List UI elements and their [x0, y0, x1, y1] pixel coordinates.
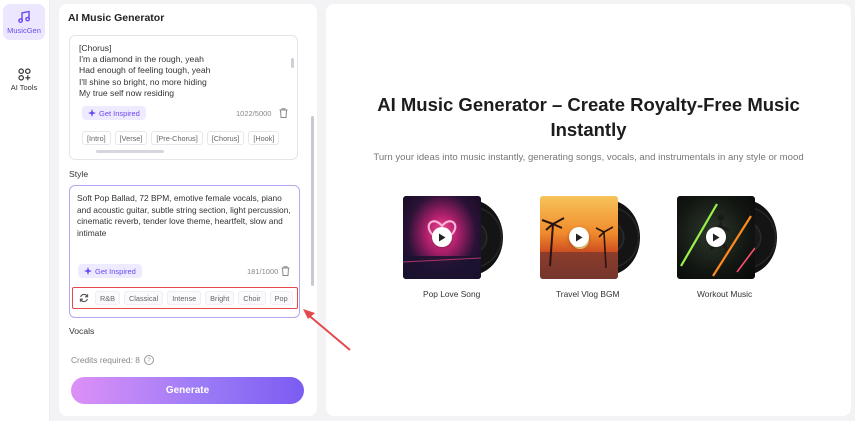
- card-label: Workout Music: [697, 289, 753, 299]
- lyrics-get-inspired-button[interactable]: Get Inspired: [82, 106, 146, 120]
- lyrics-tag-row: [Intro] [Verse] [Pre-Chorus] [Chorus] [H…: [82, 131, 280, 145]
- generator-panel: AI Music Generator [Chorus] I'm a diamon…: [59, 4, 317, 416]
- hero-subtitle: Turn your ideas into music instantly, ge…: [373, 152, 804, 163]
- credits-info: Credits required: 8 ?: [71, 355, 154, 365]
- left-rail: MusicGen AI Tools: [0, 0, 50, 421]
- style-tag[interactable]: Intense: [167, 291, 202, 305]
- lyrics-char-count: 1022/5000: [236, 109, 272, 118]
- style-tag[interactable]: Bright: [205, 291, 235, 305]
- lyrics-line: I'll shine so bright, no more hiding: [79, 76, 207, 87]
- trash-icon[interactable]: [279, 108, 288, 118]
- lyrics-textarea[interactable]: [Chorus] I'm a diamond in the rough, yea…: [69, 35, 298, 160]
- annotation-arrow-icon: [303, 309, 351, 351]
- style-label: Style: [69, 169, 89, 179]
- app-window: MusicGen AI Tools AI Music Generator [Ch…: [0, 0, 855, 421]
- style-char-count: 181/1000: [247, 267, 279, 276]
- lyrics-text: [Chorus] I'm a diamond in the rough, yea…: [79, 43, 284, 99]
- play-button[interactable]: [706, 227, 726, 247]
- sample-card-pop-love-song[interactable]: Pop Love Song: [403, 196, 513, 306]
- style-tag[interactable]: Pop: [269, 291, 293, 305]
- hero-title: AI Music Generator – Create Royalty-Free…: [336, 92, 841, 142]
- style-tag[interactable]: Classical: [124, 291, 164, 305]
- lyrics-tag[interactable]: [Chorus]: [206, 131, 245, 145]
- lyrics-tag[interactable]: [Intro]: [82, 131, 111, 145]
- rail-item-ai-tools[interactable]: AI Tools: [3, 62, 45, 98]
- cover-image: [677, 196, 755, 279]
- play-button[interactable]: [432, 227, 452, 247]
- trash-icon[interactable]: [281, 266, 290, 276]
- style-get-inspired-button[interactable]: Get Inspired: [78, 264, 142, 278]
- play-icon: [713, 233, 720, 241]
- credits-label: Credits required: 8: [71, 355, 140, 365]
- refresh-icon[interactable]: [77, 291, 91, 305]
- rail-item-musicgen[interactable]: MusicGen: [3, 4, 45, 40]
- lyrics-tags-scrollbar[interactable]: [96, 150, 164, 153]
- play-button[interactable]: [569, 227, 589, 247]
- lyrics-line: My true self now residing: [79, 87, 175, 98]
- music-note-icon: [18, 10, 31, 23]
- sample-card-travel-vlog-bgm[interactable]: Travel Vlog BGM: [540, 196, 650, 306]
- help-icon[interactable]: ?: [143, 355, 154, 365]
- sparkle-icon: [84, 267, 92, 275]
- rail-label-musicgen: MusicGen: [7, 25, 41, 35]
- style-tags-highlight: R&B Classical Intense Bright Choir Pop: [72, 287, 298, 309]
- cover-image: [540, 196, 618, 279]
- style-tag[interactable]: Choir: [238, 291, 266, 305]
- hero-title-line1: AI Music Generator – Create Royalty-Free…: [377, 94, 800, 115]
- lyrics-line: [Chorus]: [79, 43, 112, 53]
- get-inspired-label: Get Inspired: [99, 108, 140, 118]
- main-area: AI Music Generator – Create Royalty-Free…: [326, 4, 851, 416]
- vocals-label: Vocals: [69, 326, 95, 336]
- lyrics-scrollbar[interactable]: [291, 58, 294, 68]
- lyrics-tag[interactable]: [Hook]: [248, 131, 280, 145]
- play-icon: [439, 233, 446, 241]
- sample-card-workout-music[interactable]: Workout Music: [677, 196, 787, 306]
- card-label: Pop Love Song: [423, 289, 481, 299]
- lyrics-tag[interactable]: [Verse]: [114, 131, 148, 145]
- panel-scrollbar[interactable]: [311, 116, 314, 286]
- tools-grid-icon: [17, 68, 31, 81]
- style-text: Soft Pop Ballad, 72 BPM, emotive female …: [77, 193, 291, 238]
- style-tag[interactable]: R&B: [95, 291, 121, 305]
- play-icon: [576, 233, 583, 241]
- panel-title: AI Music Generator: [68, 12, 165, 24]
- lyrics-tag[interactable]: [Pre-Chorus]: [151, 131, 203, 145]
- get-inspired-label: Get Inspired: [95, 266, 136, 276]
- cover-image: [403, 196, 481, 279]
- card-label: Travel Vlog BGM: [556, 289, 620, 299]
- rail-label-ai-tools: AI Tools: [10, 83, 38, 92]
- style-textarea[interactable]: Soft Pop Ballad, 72 BPM, emotive female …: [69, 185, 300, 318]
- lyrics-line: Had enough of feeling tough, yeah: [79, 65, 211, 76]
- hero-title-line2: Instantly: [550, 119, 627, 140]
- sparkle-icon: [88, 109, 96, 117]
- lyrics-line: I'm a diamond in the rough, yeah: [79, 54, 204, 65]
- generate-button[interactable]: Generate: [71, 377, 304, 404]
